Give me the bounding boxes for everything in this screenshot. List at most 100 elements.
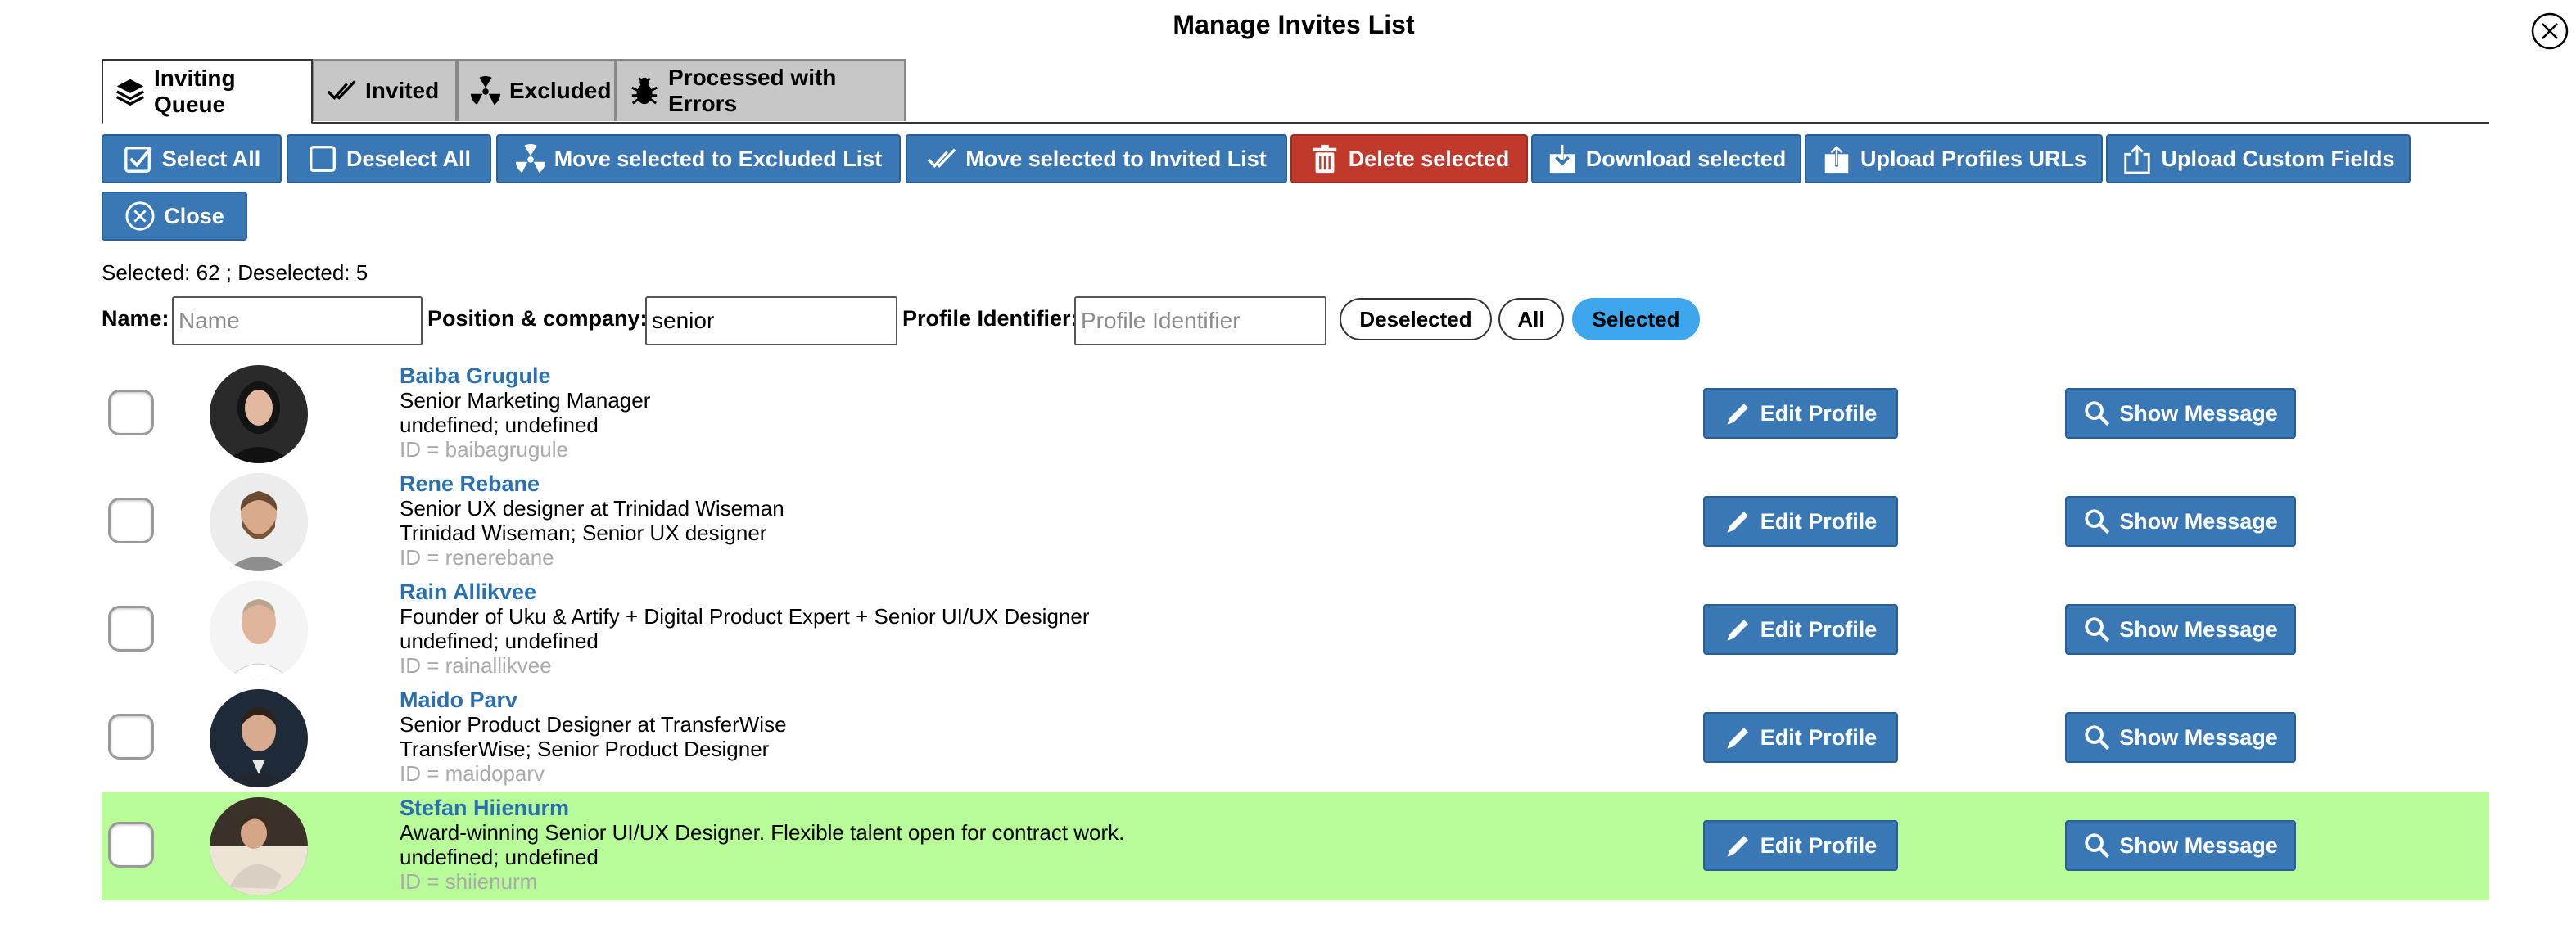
- profile-company: TransferWise; Senior Product Designer: [400, 737, 770, 761]
- selection-counts: Selected: 62 ; Deselected: 5: [102, 260, 368, 285]
- move-to-excluded-button[interactable]: Move selected to Excluded List: [496, 134, 901, 183]
- checkbox-empty-icon: [307, 143, 338, 174]
- tab-bar: Inviting Queue Invited Excluded Processe…: [102, 59, 906, 124]
- profile-row: Rene Rebane Senior UX designer at Trinid…: [102, 468, 2489, 576]
- upload-icon: [1821, 143, 1852, 174]
- tab-label: Processed with Errors: [668, 65, 837, 116]
- name-filter-label: Name:: [102, 306, 169, 331]
- filter-deselected-pill[interactable]: Deselected: [1340, 298, 1492, 340]
- position-filter-input[interactable]: [645, 296, 897, 345]
- download-icon: [1547, 143, 1578, 174]
- show-message-label: Show Message: [2119, 724, 2278, 750]
- profile-row: Maido Parv Senior Product Designer at Tr…: [102, 684, 2489, 792]
- edit-profile-button[interactable]: Edit Profile: [1703, 712, 1898, 763]
- download-selected-button[interactable]: Download selected: [1531, 134, 1801, 183]
- select-all-label: Select All: [161, 146, 261, 171]
- double-check-icon: [926, 143, 957, 174]
- show-message-button[interactable]: Show Message: [2065, 820, 2296, 871]
- profile-row: Baiba Grugule Senior Marketing Manager u…: [102, 360, 2489, 468]
- edit-profile-button[interactable]: Edit Profile: [1703, 820, 1898, 871]
- avatar: [210, 689, 308, 787]
- deselect-all-button[interactable]: Deselect All: [287, 134, 491, 183]
- close-label: Close: [164, 203, 224, 228]
- profile-name-link[interactable]: Rene Rebane: [400, 471, 784, 496]
- edit-profile-label: Edit Profile: [1760, 400, 1878, 426]
- edit-profile-button[interactable]: Edit Profile: [1703, 496, 1898, 547]
- filter-selected-pill[interactable]: Selected: [1572, 298, 1700, 340]
- show-message-button[interactable]: Show Message: [2065, 712, 2296, 763]
- avatar: [210, 365, 308, 463]
- profile-name-link[interactable]: Rain Allikvee: [400, 579, 1090, 604]
- avatar: [210, 473, 308, 571]
- radiation-icon: [515, 143, 546, 174]
- profile-name-link[interactable]: Stefan Hiienurm: [400, 796, 1124, 820]
- filter-bar: Name: Position & company: Profile Identi…: [102, 295, 2492, 347]
- search-icon: [2083, 399, 2111, 427]
- profile-headline: Founder of Uku & Artify + Digital Produc…: [400, 604, 1090, 629]
- edit-profile-label: Edit Profile: [1760, 508, 1878, 534]
- row-checkbox[interactable]: [108, 714, 154, 760]
- profile-info: Rain Allikvee Founder of Uku & Artify + …: [400, 579, 1090, 678]
- edit-profile-button[interactable]: Edit Profile: [1703, 388, 1898, 439]
- identifier-filter-input[interactable]: [1074, 296, 1326, 345]
- close-button[interactable]: Close: [102, 192, 247, 241]
- show-message-label: Show Message: [2119, 832, 2278, 858]
- edit-profile-label: Edit Profile: [1760, 616, 1878, 642]
- trash-icon: [1309, 143, 1340, 174]
- search-icon: [2083, 616, 2111, 643]
- checkbox-checked-icon: [123, 143, 154, 174]
- upload-profiles-urls-button[interactable]: Upload Profiles URLs: [1805, 134, 2103, 183]
- row-checkbox[interactable]: [108, 822, 154, 868]
- profile-headline: Senior Product Designer at TransferWise: [400, 712, 787, 737]
- tab-processed-with-errors[interactable]: Processed with Errors: [616, 59, 906, 121]
- filter-all-pill[interactable]: All: [1498, 298, 1564, 340]
- profile-headline: Senior UX designer at Trinidad Wiseman: [400, 496, 784, 521]
- close-circle-icon: [124, 201, 156, 232]
- show-message-label: Show Message: [2119, 400, 2278, 426]
- profile-info: Baiba Grugule Senior Marketing Manager u…: [400, 363, 650, 462]
- profile-id: ID = shiienurm: [400, 869, 538, 894]
- profile-name-link[interactable]: Baiba Grugule: [400, 363, 650, 388]
- profile-info: Stefan Hiienurm Award-winning Senior UI/…: [400, 796, 1124, 894]
- pencil-icon: [1724, 832, 1752, 859]
- profile-row: Rain Allikvee Founder of Uku & Artify + …: [102, 576, 2489, 684]
- tab-invited[interactable]: Invited: [313, 59, 457, 121]
- layers-icon: [115, 76, 146, 107]
- select-all-button[interactable]: Select All: [102, 134, 282, 183]
- profile-company: undefined; undefined: [400, 845, 599, 869]
- search-icon: [2083, 724, 2111, 751]
- show-message-button[interactable]: Show Message: [2065, 388, 2296, 439]
- edit-profile-label: Edit Profile: [1760, 832, 1878, 858]
- tab-label: Inviting Queue: [154, 65, 236, 117]
- deselect-all-label: Deselect All: [346, 146, 472, 171]
- upload-custom-fields-button[interactable]: Upload Custom Fields: [2106, 134, 2411, 183]
- identifier-filter-label: Profile Identifier:: [902, 306, 1078, 331]
- tab-label: Invited: [365, 78, 440, 103]
- row-checkbox[interactable]: [108, 606, 154, 652]
- search-icon: [2083, 507, 2111, 535]
- show-message-label: Show Message: [2119, 616, 2278, 642]
- show-message-button[interactable]: Show Message: [2065, 604, 2296, 655]
- delete-selected-label: Delete selected: [1348, 146, 1510, 171]
- delete-selected-button[interactable]: Delete selected: [1290, 134, 1528, 183]
- double-check-icon: [326, 75, 357, 106]
- name-filter-input[interactable]: [172, 296, 423, 345]
- edit-profile-button[interactable]: Edit Profile: [1703, 604, 1898, 655]
- tab-inviting-queue[interactable]: Inviting Queue: [102, 59, 313, 124]
- close-dialog-button[interactable]: [2530, 11, 2569, 51]
- move-excluded-label: Move selected to Excluded List: [554, 146, 883, 171]
- row-checkbox[interactable]: [108, 498, 154, 543]
- tab-excluded[interactable]: Excluded: [457, 59, 616, 121]
- upload-custom-label: Upload Custom Fields: [2161, 146, 2395, 171]
- row-checkbox[interactable]: [108, 390, 154, 435]
- tab-label: Excluded: [509, 78, 612, 103]
- profile-headline: Award-winning Senior UI/UX Designer. Fle…: [400, 820, 1125, 845]
- pencil-icon: [1724, 724, 1752, 751]
- profile-name-link[interactable]: Maido Parv: [400, 688, 787, 712]
- edit-profile-label: Edit Profile: [1760, 724, 1878, 750]
- move-to-invited-button[interactable]: Move selected to Invited List: [906, 134, 1287, 183]
- search-icon: [2083, 832, 2111, 859]
- position-filter-label: Position & company:: [427, 306, 648, 331]
- show-message-button[interactable]: Show Message: [2065, 496, 2296, 547]
- profile-info: Rene Rebane Senior UX designer at Trinid…: [400, 471, 784, 570]
